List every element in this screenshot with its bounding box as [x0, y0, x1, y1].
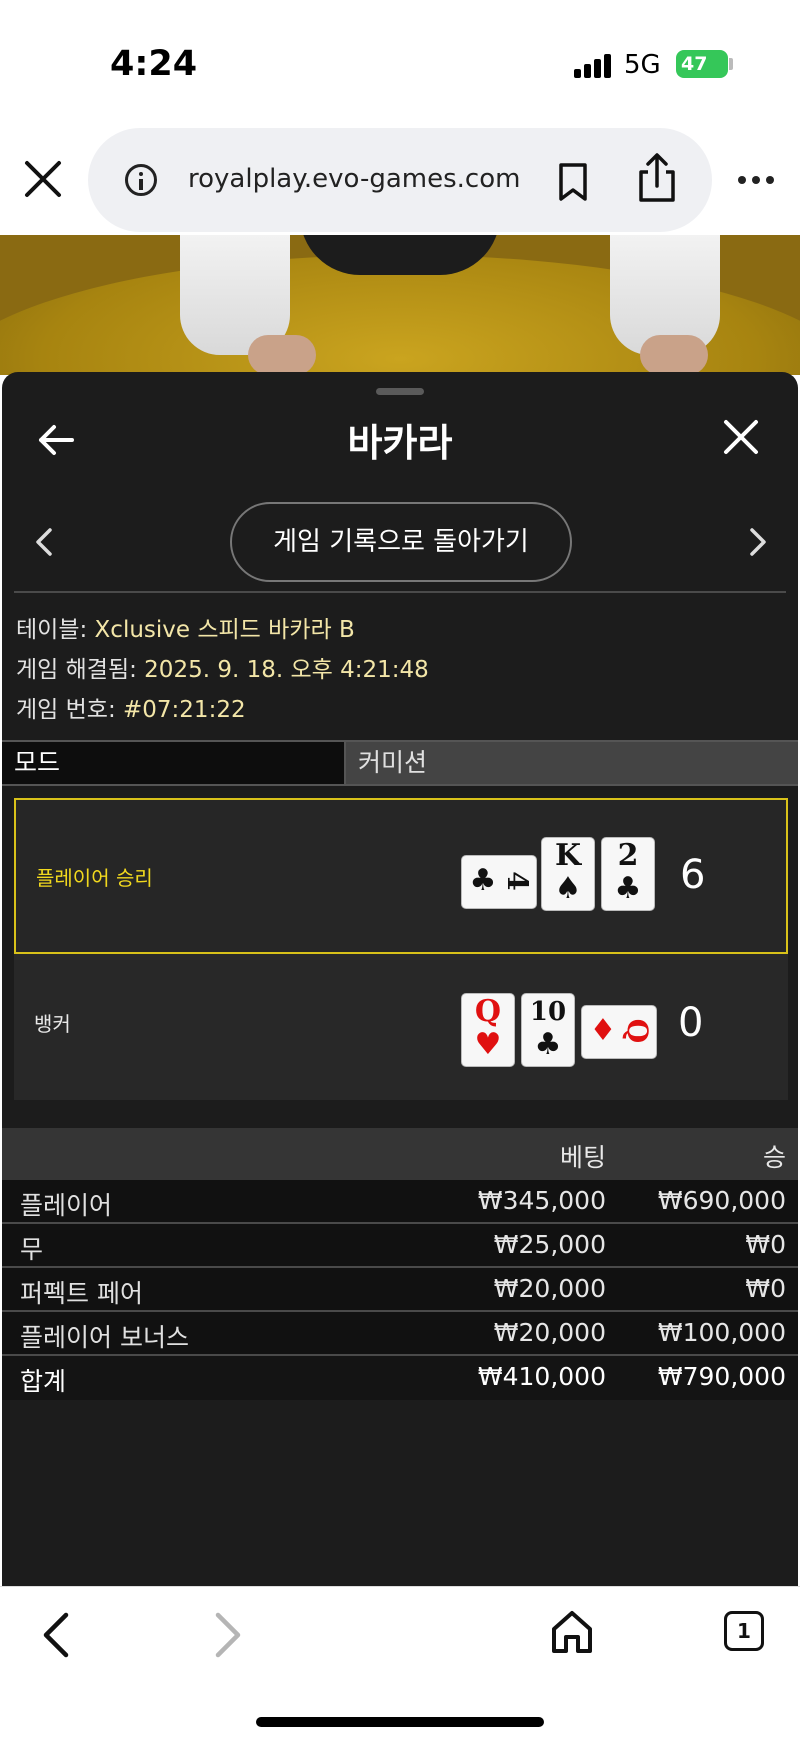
- live-video: [0, 235, 800, 375]
- panel-title: 바카라: [347, 421, 453, 465]
- share-icon[interactable]: [636, 152, 678, 204]
- table-row: 무 ₩25,000 ₩0: [2, 1224, 798, 1268]
- game-history-panel: 바카라 게임 기록으로 돌아가기 테이블: Xclusive 스피드 바카라 B…: [2, 372, 798, 1586]
- mode-label: 모드: [2, 742, 346, 784]
- player-hand-row: 플레이어 승리 4 ♣ K ♠ 2 ♣ 6: [14, 798, 788, 954]
- status-time: 4:24: [110, 44, 198, 84]
- drag-handle[interactable]: [376, 388, 424, 395]
- battery-icon: 47: [676, 50, 728, 78]
- banker-card-1: Q ♥: [462, 994, 514, 1066]
- more-icon[interactable]: [738, 176, 774, 184]
- table-row: 퍼펙트 페어 ₩20,000 ₩0: [2, 1268, 798, 1312]
- signal-icon: [574, 54, 614, 78]
- browser-forward-icon[interactable]: [210, 1611, 246, 1659]
- divider: [14, 591, 786, 593]
- back-to-history-button[interactable]: 게임 기록으로 돌아가기: [230, 502, 572, 582]
- total-row: 합계 ₩410,000 ₩790,000: [2, 1356, 798, 1400]
- game-info: 테이블: Xclusive 스피드 바카라 B 게임 해결됨: 2025. 9.…: [16, 610, 429, 730]
- game-number-info: 게임 번호: #07:21:22: [16, 697, 246, 723]
- tabs-button[interactable]: 1: [724, 1611, 764, 1651]
- mode-header: 모드 커미션: [2, 740, 798, 786]
- bookmark-icon[interactable]: [556, 162, 590, 202]
- network-type: 5G: [624, 50, 661, 80]
- player-result-label: 플레이어 승리: [36, 866, 153, 890]
- battery-nub: [729, 58, 733, 70]
- url-text[interactable]: royalplay.evo-games.com: [188, 164, 528, 194]
- home-indicator[interactable]: [256, 1717, 544, 1727]
- status-bar: 4:24 5G 47: [0, 0, 800, 120]
- banker-card-2: 10 ♣: [522, 994, 574, 1066]
- address-bar[interactable]: royalplay.evo-games.com: [88, 128, 712, 232]
- table-row: 플레이어 ₩345,000 ₩690,000: [2, 1180, 798, 1224]
- banker-result-label: 뱅커: [34, 1012, 71, 1036]
- bet-column-header: 베팅: [559, 1143, 606, 1172]
- player-card-3: 4 ♣: [462, 856, 536, 908]
- browser-bottom-toolbar: 1: [0, 1586, 800, 1740]
- browser-toolbar: royalplay.evo-games.com: [0, 120, 800, 235]
- previous-game-icon[interactable]: [32, 524, 56, 560]
- info-icon[interactable]: [125, 164, 157, 196]
- resolved-info: 게임 해결됨: 2025. 9. 18. 오후 4:21:48: [16, 657, 429, 683]
- browser-back-icon[interactable]: [38, 1611, 74, 1659]
- banker-score: 0: [678, 1000, 704, 1046]
- table-info: 테이블: Xclusive 스피드 바카라 B: [16, 617, 355, 643]
- hand-results: 플레이어 승리 4 ♣ K ♠ 2 ♣ 6 뱅커 Q ♥ 10 ♣ Q ♦ 0: [14, 798, 788, 1100]
- bets-table: 베팅 승 플레이어 ₩345,000 ₩690,000 무 ₩25,000 ₩0…: [2, 1128, 798, 1400]
- bets-table-header: 베팅 승: [2, 1128, 798, 1180]
- player-card-2: 2 ♣: [602, 838, 654, 910]
- battery-level: 47: [681, 53, 708, 75]
- close-icon[interactable]: [22, 158, 64, 200]
- banker-hand-row: 뱅커 Q ♥ 10 ♣ Q ♦ 0: [14, 960, 788, 1100]
- banker-card-3: Q ♦: [582, 1006, 656, 1058]
- win-column-header: 승: [762, 1143, 786, 1172]
- player-card-1: K ♠: [542, 838, 594, 910]
- commission-label: 커미션: [358, 748, 428, 777]
- table-row: 플레이어 보너스 ₩20,000 ₩100,000: [2, 1312, 798, 1356]
- home-icon[interactable]: [550, 1609, 594, 1655]
- panel-close-icon[interactable]: [722, 418, 760, 456]
- player-score: 6: [680, 852, 706, 898]
- next-game-icon[interactable]: [746, 524, 770, 560]
